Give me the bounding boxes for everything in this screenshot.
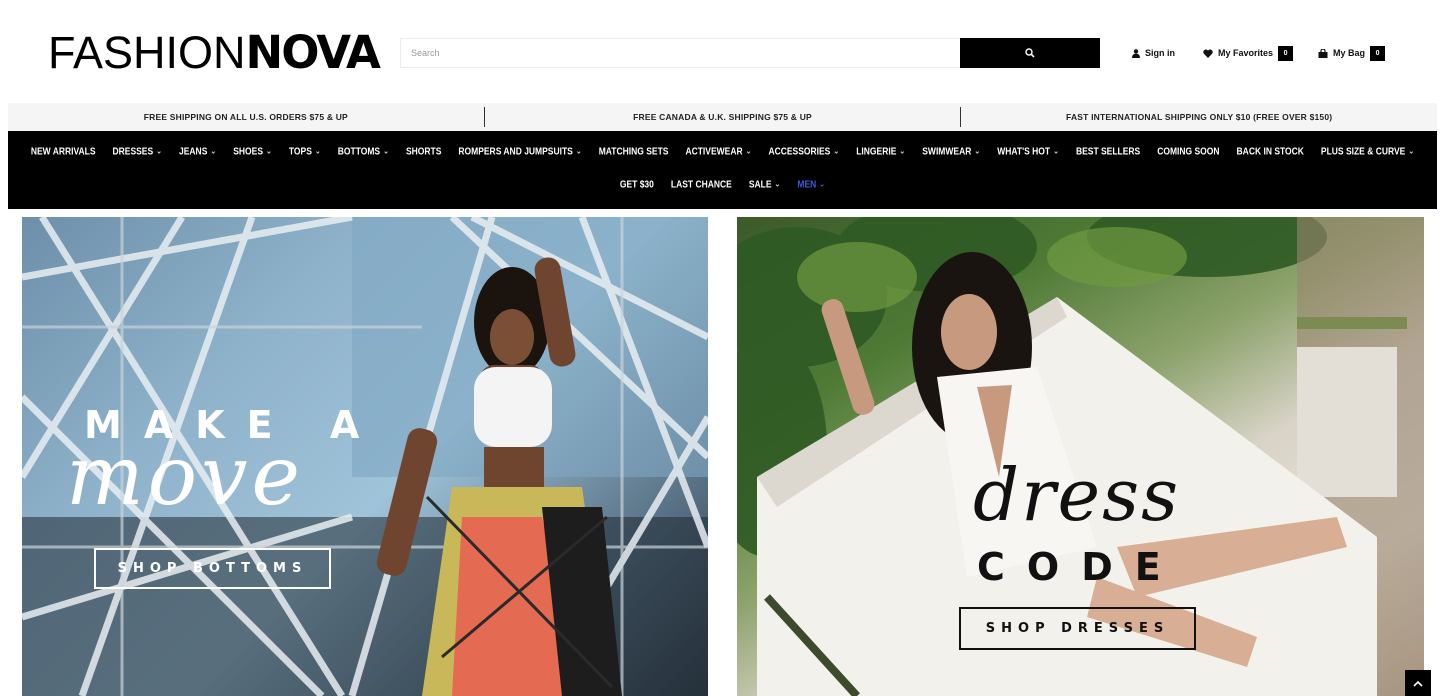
chevron-down-icon: ⌄ [745,147,752,156]
nav-item-whats-hot[interactable]: WHAT'S HOT ⌄ [997,145,1059,157]
nav-item-men[interactable]: MEN ⌄ [797,178,825,190]
nav-item-last-chance[interactable]: LAST CHANCE [671,178,732,190]
nav-item-swimwear[interactable]: SWIMWEAR ⌄ [922,145,980,157]
search-input[interactable] [400,38,960,68]
nav-item-label: SALE [748,178,772,190]
nav-item-label: SWIMWEAR [922,145,972,157]
my-bag-label: My Bag [1333,48,1366,58]
nav-row-secondary: GET $30 LAST CHANCE SALE ⌄ MEN ⌄ [8,167,1437,201]
nav-item-lingerie[interactable]: LINGERIE ⌄ [856,145,905,157]
nav-item-label: MEN [797,178,817,190]
nav-item-rompers-and-jumpsuits[interactable]: ROMPERS AND JUMPSUITS ⌄ [458,145,581,157]
shop-dresses-button[interactable]: SHOP DRESSES [959,607,1196,650]
nav-item-label: LINGERIE [856,145,897,157]
nav-item-plus-size-and-curve[interactable]: PLUS SIZE & CURVE ⌄ [1321,145,1414,157]
nav-item-label: ACCESSORIES [768,145,831,157]
logo-text-bold: NOVA [245,26,381,79]
chevron-down-icon: ⌄ [156,147,163,156]
banner-dress-code[interactable]: dress CODE SHOP DRESSES [737,217,1424,696]
nav-item-label: BEST SELLERS [1075,145,1141,157]
nav-item-label: TOPS [288,145,312,157]
chevron-down-icon: ⌄ [974,147,981,156]
nav-item-label: MATCHING SETS [598,145,669,157]
my-favorites-link[interactable]: My Favorites 0 [1203,45,1294,61]
banner-make-a-move[interactable]: MAKE A move SHOP BOTTOMS [22,217,708,696]
nav-item-label: ACTIVEWEAR [685,145,743,157]
promo-international-shipping[interactable]: FAST INTERNATIONAL SHIPPING ONLY $10 (FR… [961,103,1437,131]
nav-item-sale[interactable]: SALE ⌄ [749,178,781,190]
sign-in-link[interactable]: Sign in [1132,45,1175,61]
banner-code-caps: CODE [977,545,1183,589]
bag-count-badge: 0 [1370,45,1386,61]
nav-item-label: COMING SOON [1157,145,1220,157]
search-icon [1025,48,1035,58]
nav-item-new-arrivals[interactable]: NEW ARRIVALS [31,145,96,157]
bag-icon [1318,48,1328,58]
site-header: FASHIONNOVA Sign in My Favorites 0 My Ba… [0,0,1445,103]
favorites-count-badge: 0 [1278,45,1294,61]
my-favorites-label: My Favorites [1218,48,1274,58]
page-right-edge [1437,0,1445,696]
nav-item-label: BOTTOMS [337,145,381,157]
nav-item-coming-soon[interactable]: COMING SOON [1157,145,1219,157]
nav-item-label: SHORTS [405,145,442,157]
nav-item-back-in-stock[interactable]: BACK IN STOCK [1237,145,1304,157]
chevron-down-icon: ⌄ [899,147,906,156]
nav-item-label: SHOES [233,145,263,157]
chevron-down-icon: ⌄ [314,147,321,156]
chevron-down-icon: ⌄ [210,147,217,156]
nav-item-label: JEANS [179,145,208,157]
chevron-down-icon: ⌄ [819,180,826,189]
nav-row-primary: NEW ARRIVALS DRESSES ⌄ JEANS ⌄ SHOES ⌄ TOPS ⌄ BOT… [8,131,1437,171]
promo-canada-uk-shipping[interactable]: FREE CANADA & U.K. SHIPPING $75 & UP [485,103,961,131]
nav-item-jeans[interactable]: JEANS ⌄ [179,145,216,157]
nav-item-tops[interactable]: TOPS ⌄ [289,145,321,157]
chevron-down-icon: ⌄ [383,147,389,156]
nav-item-best-sellers[interactable]: BEST SELLERS [1076,145,1140,157]
nav-item-get-30[interactable]: GET $30 [620,178,654,190]
shop-bottoms-button[interactable]: SHOP BOTTOMS [94,548,331,589]
fashion-nova-logo[interactable]: FASHIONNOVA [48,27,381,78]
user-icon [1132,48,1140,58]
nav-item-accessories[interactable]: ACCESSORIES ⌄ [768,145,839,157]
chevron-down-icon: ⌄ [1408,147,1415,156]
scroll-to-top-button[interactable] [1405,670,1431,696]
chevron-down-icon: ⌄ [1053,147,1059,156]
nav-item-label: NEW ARRIVALS [30,145,96,157]
search-button[interactable] [960,38,1100,68]
chevron-down-icon: ⌄ [575,147,582,156]
nav-item-label: BACK IN STOCK [1236,145,1304,157]
logo-text-thin: FASHION [48,27,246,78]
chevron-up-icon [1413,680,1423,687]
chevron-down-icon: ⌄ [833,147,840,156]
banner-dress-script: dress [973,453,1181,537]
nav-item-bottoms[interactable]: BOTTOMS ⌄ [338,145,389,157]
promo-bar: FREE SHIPPING ON ALL U.S. ORDERS $75 & U… [8,103,1437,131]
sign-in-label: Sign in [1145,48,1175,58]
nav-item-matching-sets[interactable]: MATCHING SETS [599,145,669,157]
nav-item-label: ROMPERS AND JUMPSUITS [458,145,573,157]
nav-item-label: PLUS SIZE & CURVE [1320,145,1406,157]
promo-us-shipping[interactable]: FREE SHIPPING ON ALL U.S. ORDERS $75 & U… [8,103,484,131]
my-bag-link[interactable]: My Bag 0 [1318,45,1386,61]
chevron-down-icon: ⌄ [774,180,781,189]
nav-item-label: GET $30 [619,178,654,190]
nav-item-dresses[interactable]: DRESSES ⌄ [113,145,163,157]
nav-item-label: WHAT'S HOT [997,145,1051,157]
nav-item-shorts[interactable]: SHORTS [406,145,441,157]
banner-move-script: move [66,429,304,524]
heart-icon [1203,49,1213,58]
chevron-down-icon: ⌄ [266,147,272,156]
nav-item-activewear[interactable]: ACTIVEWEAR ⌄ [685,145,751,157]
nav-item-label: DRESSES [112,145,154,157]
main-navigation: NEW ARRIVALS DRESSES ⌄ JEANS ⌄ SHOES ⌄ TOPS ⌄ BOT… [8,131,1437,209]
nav-item-shoes[interactable]: SHOES ⌄ [233,145,272,157]
nav-item-label: LAST CHANCE [670,178,732,190]
